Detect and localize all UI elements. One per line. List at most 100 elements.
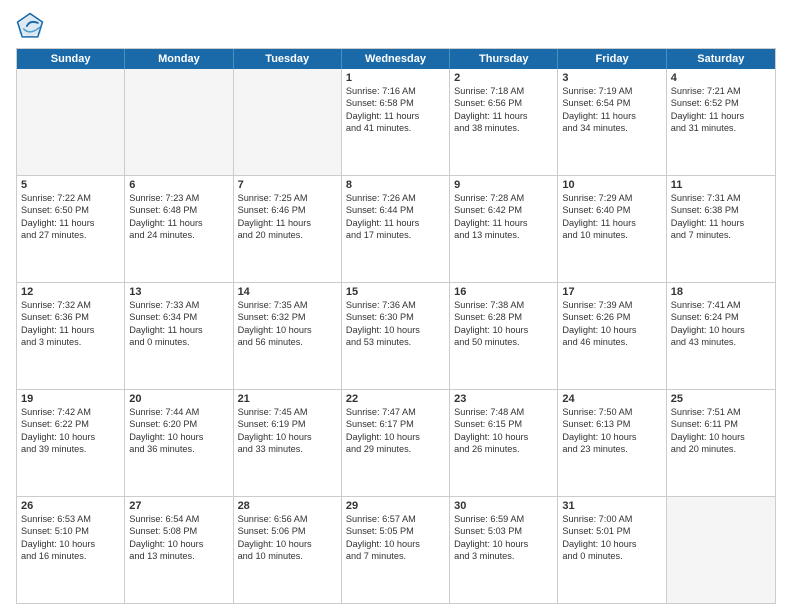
cal-cell: 4Sunrise: 7:21 AMSunset: 6:52 PMDaylight… bbox=[667, 69, 775, 175]
calendar-header-row: SundayMondayTuesdayWednesdayThursdayFrid… bbox=[17, 49, 775, 69]
cell-line: and 39 minutes. bbox=[21, 443, 120, 455]
cell-line: Sunset: 6:11 PM bbox=[671, 418, 771, 430]
cell-line: Daylight: 11 hours bbox=[454, 110, 553, 122]
calendar-body: 1Sunrise: 7:16 AMSunset: 6:58 PMDaylight… bbox=[17, 69, 775, 603]
cell-line: Sunset: 6:48 PM bbox=[129, 204, 228, 216]
cell-line: and 10 minutes. bbox=[238, 550, 337, 562]
cell-line: and 23 minutes. bbox=[562, 443, 661, 455]
day-number: 25 bbox=[671, 393, 771, 405]
calendar-week-0: 1Sunrise: 7:16 AMSunset: 6:58 PMDaylight… bbox=[17, 69, 775, 175]
cell-line: and 53 minutes. bbox=[346, 336, 445, 348]
day-number: 6 bbox=[129, 179, 228, 191]
day-number: 16 bbox=[454, 286, 553, 298]
cell-line: Sunrise: 7:23 AM bbox=[129, 192, 228, 204]
cell-line: Sunset: 6:36 PM bbox=[21, 311, 120, 323]
cal-cell: 17Sunrise: 7:39 AMSunset: 6:26 PMDayligh… bbox=[558, 283, 666, 389]
cell-line: Sunrise: 7:18 AM bbox=[454, 85, 553, 97]
cell-line: and 20 minutes. bbox=[671, 443, 771, 455]
day-number: 29 bbox=[346, 500, 445, 512]
cell-line: Sunrise: 7:47 AM bbox=[346, 406, 445, 418]
cell-line: Sunrise: 7:39 AM bbox=[562, 299, 661, 311]
cell-line: and 3 minutes. bbox=[21, 336, 120, 348]
cell-line: Daylight: 10 hours bbox=[562, 431, 661, 443]
day-number: 17 bbox=[562, 286, 661, 298]
cell-line: Sunset: 6:13 PM bbox=[562, 418, 661, 430]
cell-line: Daylight: 11 hours bbox=[346, 110, 445, 122]
cell-line: Daylight: 11 hours bbox=[129, 324, 228, 336]
cell-line: Sunrise: 6:54 AM bbox=[129, 513, 228, 525]
cell-line: Sunset: 6:46 PM bbox=[238, 204, 337, 216]
cell-line: Daylight: 10 hours bbox=[21, 431, 120, 443]
cell-line: Sunset: 6:44 PM bbox=[346, 204, 445, 216]
day-number: 27 bbox=[129, 500, 228, 512]
day-number: 1 bbox=[346, 72, 445, 84]
cell-line: Sunrise: 7:21 AM bbox=[671, 85, 771, 97]
cell-line: and 29 minutes. bbox=[346, 443, 445, 455]
cell-line: and 13 minutes. bbox=[129, 550, 228, 562]
day-number: 28 bbox=[238, 500, 337, 512]
cell-line: Sunrise: 6:59 AM bbox=[454, 513, 553, 525]
cell-line: Daylight: 10 hours bbox=[562, 324, 661, 336]
day-number: 15 bbox=[346, 286, 445, 298]
cal-cell bbox=[125, 69, 233, 175]
cell-line: Sunset: 6:34 PM bbox=[129, 311, 228, 323]
cal-cell: 28Sunrise: 6:56 AMSunset: 5:06 PMDayligh… bbox=[234, 497, 342, 603]
day-number: 2 bbox=[454, 72, 553, 84]
cell-line: and 36 minutes. bbox=[129, 443, 228, 455]
cell-line: and 17 minutes. bbox=[346, 229, 445, 241]
cell-line: and 34 minutes. bbox=[562, 122, 661, 134]
cal-cell: 21Sunrise: 7:45 AMSunset: 6:19 PMDayligh… bbox=[234, 390, 342, 496]
header-cell-friday: Friday bbox=[558, 49, 666, 69]
cell-line: Sunset: 6:32 PM bbox=[238, 311, 337, 323]
logo bbox=[16, 12, 48, 40]
cal-cell: 12Sunrise: 7:32 AMSunset: 6:36 PMDayligh… bbox=[17, 283, 125, 389]
calendar-week-1: 5Sunrise: 7:22 AMSunset: 6:50 PMDaylight… bbox=[17, 175, 775, 282]
cell-line: Sunset: 6:20 PM bbox=[129, 418, 228, 430]
day-number: 30 bbox=[454, 500, 553, 512]
cal-cell bbox=[667, 497, 775, 603]
cell-line: Sunrise: 6:56 AM bbox=[238, 513, 337, 525]
cal-cell: 22Sunrise: 7:47 AMSunset: 6:17 PMDayligh… bbox=[342, 390, 450, 496]
cell-line: Daylight: 10 hours bbox=[454, 324, 553, 336]
cell-line: and 27 minutes. bbox=[21, 229, 120, 241]
cell-line: Sunset: 6:50 PM bbox=[21, 204, 120, 216]
cell-line: and 7 minutes. bbox=[671, 229, 771, 241]
day-number: 24 bbox=[562, 393, 661, 405]
logo-icon bbox=[16, 12, 44, 40]
cell-line: and 33 minutes. bbox=[238, 443, 337, 455]
cell-line: Daylight: 10 hours bbox=[238, 431, 337, 443]
cell-line: Daylight: 10 hours bbox=[129, 538, 228, 550]
cell-line: Daylight: 11 hours bbox=[21, 217, 120, 229]
cell-line: Sunset: 6:17 PM bbox=[346, 418, 445, 430]
cell-line: Sunrise: 7:00 AM bbox=[562, 513, 661, 525]
cell-line: Sunset: 6:58 PM bbox=[346, 97, 445, 109]
calendar-week-4: 26Sunrise: 6:53 AMSunset: 5:10 PMDayligh… bbox=[17, 496, 775, 603]
cell-line: Sunset: 6:15 PM bbox=[454, 418, 553, 430]
cal-cell bbox=[17, 69, 125, 175]
day-number: 3 bbox=[562, 72, 661, 84]
cell-line: and 3 minutes. bbox=[454, 550, 553, 562]
cell-line: Sunrise: 7:36 AM bbox=[346, 299, 445, 311]
cal-cell: 13Sunrise: 7:33 AMSunset: 6:34 PMDayligh… bbox=[125, 283, 233, 389]
cell-line: Sunset: 6:19 PM bbox=[238, 418, 337, 430]
cell-line: Sunset: 5:06 PM bbox=[238, 525, 337, 537]
cal-cell: 7Sunrise: 7:25 AMSunset: 6:46 PMDaylight… bbox=[234, 176, 342, 282]
cell-line: and 7 minutes. bbox=[346, 550, 445, 562]
cell-line: Sunset: 6:54 PM bbox=[562, 97, 661, 109]
cell-line: and 43 minutes. bbox=[671, 336, 771, 348]
cell-line: Sunset: 6:38 PM bbox=[671, 204, 771, 216]
cell-line: Sunset: 5:10 PM bbox=[21, 525, 120, 537]
cell-line: Daylight: 11 hours bbox=[129, 217, 228, 229]
header-cell-tuesday: Tuesday bbox=[234, 49, 342, 69]
cal-cell: 11Sunrise: 7:31 AMSunset: 6:38 PMDayligh… bbox=[667, 176, 775, 282]
day-number: 7 bbox=[238, 179, 337, 191]
cell-line: Sunrise: 7:29 AM bbox=[562, 192, 661, 204]
header-cell-monday: Monday bbox=[125, 49, 233, 69]
cal-cell: 23Sunrise: 7:48 AMSunset: 6:15 PMDayligh… bbox=[450, 390, 558, 496]
day-number: 14 bbox=[238, 286, 337, 298]
cell-line: Daylight: 10 hours bbox=[346, 538, 445, 550]
header-cell-thursday: Thursday bbox=[450, 49, 558, 69]
cal-cell: 15Sunrise: 7:36 AMSunset: 6:30 PMDayligh… bbox=[342, 283, 450, 389]
day-number: 31 bbox=[562, 500, 661, 512]
cell-line: and 38 minutes. bbox=[454, 122, 553, 134]
